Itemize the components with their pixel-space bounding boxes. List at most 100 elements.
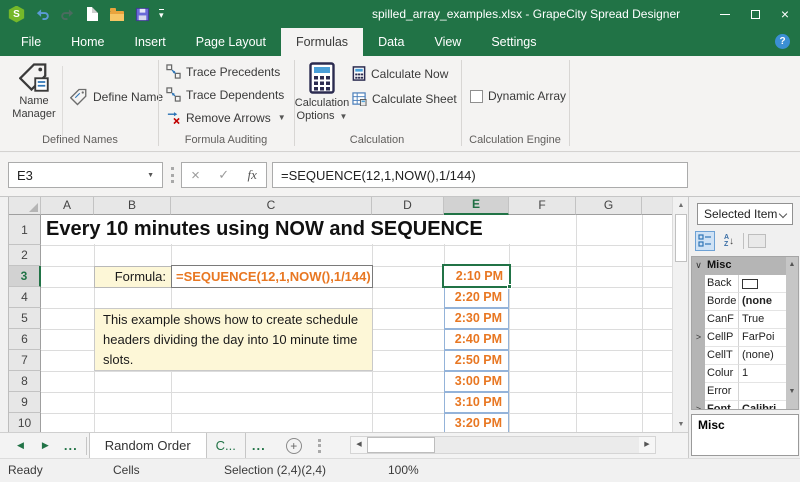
grid-scroll-down-icon[interactable]: ▼: [786, 383, 798, 401]
formula-input[interactable]: =SEQUENCE(12,1,NOW(),1/144): [272, 162, 688, 188]
tab-data[interactable]: Data: [363, 28, 419, 56]
ribbon-tab-bar: File Home Insert Page Layout Formulas Da…: [0, 28, 800, 56]
tab-formulas[interactable]: Formulas: [281, 28, 363, 56]
property-row-error[interactable]: Error ▼: [692, 383, 798, 401]
minimize-button[interactable]: [710, 0, 740, 28]
cell-c3-formula-text[interactable]: =SEQUENCE(12,1,NOW(),1/144): [171, 265, 373, 288]
row-header-5[interactable]: 5: [9, 308, 41, 329]
undo-icon[interactable]: [34, 6, 50, 22]
calculation-options-dropdown-icon[interactable]: ▼: [340, 112, 348, 121]
property-row-canfocus[interactable]: CanF True: [692, 311, 798, 329]
add-sheet-icon[interactable]: +: [286, 438, 302, 454]
row-header-7[interactable]: 7: [9, 350, 41, 371]
property-row-font[interactable]: > Font Calibri: [692, 401, 798, 410]
cell-e7[interactable]: 2:50 PM: [444, 350, 509, 371]
cell-e8[interactable]: 3:00 PM: [444, 371, 509, 392]
tab-home[interactable]: Home: [56, 28, 119, 56]
name-box-dropdown-icon[interactable]: ▼: [147, 172, 162, 179]
expand-font-icon[interactable]: >: [692, 401, 705, 410]
cell-a1-title[interactable]: Every 10 minutes using NOW and SEQUENCE: [42, 215, 512, 244]
customize-toolbar-icon[interactable]: ▾: [159, 9, 164, 20]
save-icon[interactable]: [134, 6, 150, 22]
remove-arrows-dropdown-icon[interactable]: ▼: [278, 113, 286, 122]
row-header-10[interactable]: 10: [9, 413, 41, 432]
open-folder-icon[interactable]: [109, 6, 125, 22]
cell-e6[interactable]: 2:40 PM: [444, 329, 509, 350]
cell-e5[interactable]: 2:30 PM: [444, 308, 509, 329]
row-header-9[interactable]: 9: [9, 392, 41, 413]
column-header-b[interactable]: B: [94, 197, 171, 215]
row-header-3[interactable]: 3: [9, 266, 41, 287]
calculate-sheet-button[interactable]: Calculate Sheet: [352, 92, 457, 106]
property-row-border[interactable]: Borde (none: [692, 293, 798, 311]
column-header-a[interactable]: A: [41, 197, 94, 215]
calculation-options-button[interactable]: Calculation Options ▼: [294, 60, 350, 123]
alphabetical-sort-icon[interactable]: AZ ↓: [719, 231, 739, 251]
tab-page-layout[interactable]: Page Layout: [181, 28, 281, 56]
select-all-corner[interactable]: [9, 197, 41, 215]
calculate-now-button[interactable]: Calculate Now: [352, 66, 448, 81]
define-name-button[interactable]: Define Name: [70, 88, 163, 106]
name-manager-button[interactable]: Name Manager: [6, 60, 62, 121]
cancel-entry-icon[interactable]: ×: [191, 167, 200, 184]
vertical-scrollbar[interactable]: ▲ ▼: [672, 197, 688, 432]
column-header-g[interactable]: G: [576, 197, 642, 215]
property-category-row[interactable]: ∨ Misc ▲: [692, 257, 798, 275]
horizontal-scroll-thumb[interactable]: [367, 437, 435, 453]
categorized-view-icon[interactable]: [695, 231, 715, 251]
sheet-tab-next[interactable]: C...: [207, 433, 246, 459]
tab-view[interactable]: View: [419, 28, 476, 56]
remove-arrows-button[interactable]: Remove Arrows ▼: [166, 110, 286, 125]
column-header-d[interactable]: D: [372, 197, 444, 215]
row-header-2[interactable]: 2: [9, 245, 41, 266]
cell-e4[interactable]: 2:20 PM: [444, 287, 509, 308]
row-header-8[interactable]: 8: [9, 371, 41, 392]
property-row-column[interactable]: Colur 1: [692, 365, 798, 383]
row-header-1[interactable]: 1: [9, 215, 41, 245]
more-sheets-left[interactable]: ...: [58, 438, 84, 453]
help-icon[interactable]: ?: [775, 34, 790, 49]
insert-function-icon[interactable]: fx: [247, 167, 256, 183]
horizontal-scrollbar[interactable]: ◀ ▶: [350, 436, 656, 454]
more-sheets-right[interactable]: ...: [246, 438, 272, 453]
selected-item-dropdown[interactable]: Selected Item: [697, 203, 793, 225]
note-text-block[interactable]: This example shows how to create schedul…: [94, 308, 373, 371]
fill-handle[interactable]: [507, 284, 512, 289]
vertical-scroll-thumb[interactable]: [675, 214, 687, 262]
scroll-right-icon[interactable]: ▶: [639, 437, 655, 453]
row-header-6[interactable]: 6: [9, 329, 41, 350]
next-sheet-icon[interactable]: ▶: [33, 440, 58, 451]
property-row-backcolor[interactable]: Back: [692, 275, 798, 293]
cell-e3-selected[interactable]: 2:10 PM: [442, 264, 511, 288]
name-box[interactable]: E3 ▼: [8, 162, 163, 188]
grid-scroll-up-icon[interactable]: ▲: [786, 257, 798, 275]
checkbox-icon[interactable]: [470, 90, 483, 103]
new-document-icon[interactable]: [84, 6, 100, 22]
close-button[interactable]: ×: [770, 0, 800, 28]
property-row-cellpadding[interactable]: > CellP FarPoi: [692, 329, 798, 347]
trace-precedents-button[interactable]: Trace Precedents: [166, 64, 280, 79]
maximize-button[interactable]: [740, 0, 770, 28]
column-header-e[interactable]: E: [444, 197, 509, 215]
redo-icon[interactable]: [59, 6, 75, 22]
trace-dependents-button[interactable]: Trace Dependents: [166, 87, 284, 102]
column-header-f[interactable]: F: [509, 197, 576, 215]
tab-settings[interactable]: Settings: [476, 28, 551, 56]
cell-e10[interactable]: 3:20 PM: [444, 413, 509, 432]
tab-file[interactable]: File: [6, 28, 56, 56]
scroll-up-icon[interactable]: ▲: [673, 197, 689, 213]
cell-b3-formula-label[interactable]: Formula:: [94, 266, 172, 288]
row-header-4[interactable]: 4: [9, 287, 41, 308]
column-header-c[interactable]: C: [171, 197, 372, 215]
confirm-entry-icon[interactable]: ✓: [218, 167, 229, 183]
prev-sheet-icon[interactable]: ◀: [8, 440, 33, 451]
sheet-tab-random-order[interactable]: Random Order: [89, 433, 207, 459]
property-row-celltype[interactable]: CellT (none): [692, 347, 798, 365]
dynamic-array-checkbox[interactable]: Dynamic Array: [470, 89, 566, 103]
expand-property-icon[interactable]: >: [692, 329, 705, 347]
scroll-left-icon[interactable]: ◀: [351, 437, 367, 453]
collapse-category-icon[interactable]: ∨: [692, 257, 705, 275]
cell-e9[interactable]: 3:10 PM: [444, 392, 509, 413]
scroll-down-icon[interactable]: ▼: [673, 416, 689, 432]
tab-insert[interactable]: Insert: [120, 28, 181, 56]
